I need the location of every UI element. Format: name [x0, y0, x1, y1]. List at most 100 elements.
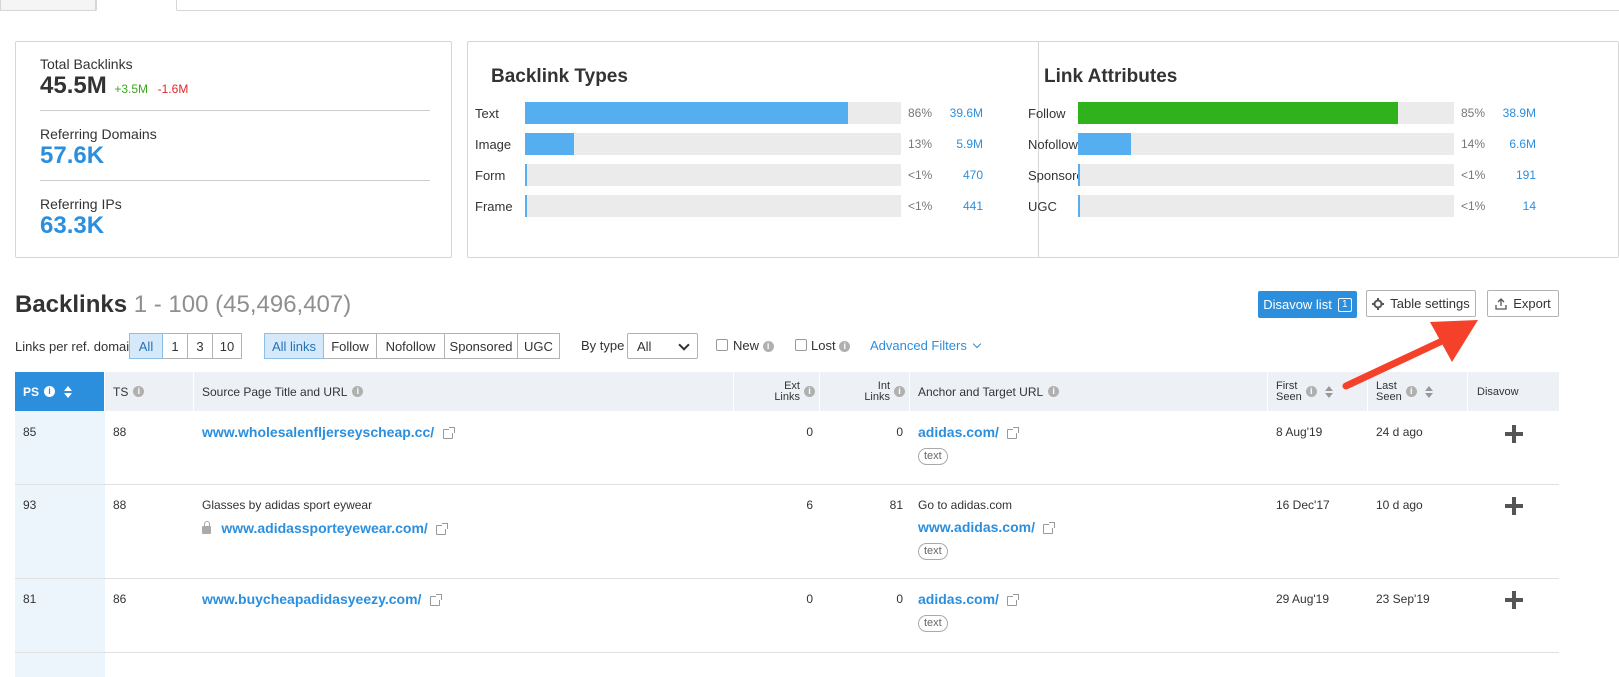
source-url-link[interactable]: www.buycheapadidasyeezy.com/ [202, 591, 421, 607]
target-url-link[interactable]: www.adidas.com/ [918, 519, 1035, 535]
column-header-last-seen[interactable]: Last Seen i [1368, 372, 1468, 411]
column-header-first-seen[interactable]: First Seen i [1268, 372, 1368, 411]
link-type-all-links[interactable]: All links [264, 333, 324, 359]
bar-label: Nofollow [1028, 137, 1078, 152]
last-seen-value: 23 Sep'19 [1376, 592, 1430, 606]
bar-percent: 86% [908, 106, 933, 120]
sort-icon[interactable] [1324, 385, 1333, 398]
target-url-link[interactable]: adidas.com/ [918, 424, 999, 440]
disavow-plus-icon[interactable] [1505, 497, 1523, 515]
bar-count-link[interactable]: 5.9M [941, 137, 983, 151]
source-cell: www.wholesalenfljerseyscheap.cc/ [202, 424, 455, 440]
column-header-ext-links[interactable]: Ext Links i [734, 372, 820, 411]
link-type-sponsored[interactable]: Sponsored [444, 333, 518, 359]
column-header-ts[interactable]: TS i [105, 372, 194, 411]
anchor-cell: Go to adidas.com www.adidas.com/ text [918, 498, 1056, 560]
target-url-link[interactable]: adidas.com/ [918, 591, 999, 607]
disavow-plus-icon[interactable] [1505, 425, 1523, 443]
column-header-source[interactable]: Source Page Title and URL i [194, 372, 734, 411]
sort-icon[interactable] [1424, 385, 1433, 398]
disavow-list-button[interactable]: Disavow list 1 [1258, 291, 1357, 318]
last-header-line1: Last [1376, 379, 1397, 392]
links-per-domain-1[interactable]: 1 [162, 333, 188, 359]
bar-count-link[interactable]: 6.6M [1494, 137, 1536, 151]
bar-percent: 13% [908, 137, 933, 151]
tabs-strip [0, 0, 1619, 11]
bar-track [525, 164, 901, 186]
link-type-tag: text [918, 615, 948, 632]
referring-ips-value[interactable]: 63.3K [40, 212, 430, 240]
info-icon[interactable]: i [762, 341, 774, 353]
bar-track [1078, 133, 1454, 155]
column-header-ps[interactable]: PS i [15, 372, 105, 411]
lost-checkbox[interactable] [795, 339, 807, 351]
info-icon[interactable]: i [133, 386, 145, 397]
backlink-breakdown-card: Backlink Types Link Attributes Text 86% 39… [467, 41, 1619, 258]
link-type-ugc[interactable]: UGC [517, 333, 560, 359]
divider [40, 110, 430, 111]
link-type-nofollow[interactable]: Nofollow [376, 333, 445, 359]
referring-domains-value[interactable]: 57.6K [40, 142, 430, 170]
ps-value: 81 [23, 592, 37, 606]
bar-label: Follow [1028, 106, 1066, 121]
external-link-icon[interactable] [1007, 593, 1020, 606]
total-backlinks-label: Total Backlinks [40, 56, 133, 72]
links-per-domain-10[interactable]: 10 [212, 333, 242, 359]
column-header-int-links[interactable]: Int Links i [820, 372, 910, 411]
tab-backlinks[interactable] [96, 0, 177, 11]
link-type-tag: text [918, 543, 948, 560]
links-per-domain-3[interactable]: 3 [187, 333, 213, 359]
info-icon[interactable]: i [804, 386, 815, 397]
bar-count-link[interactable]: 39.6M [941, 106, 983, 120]
ext-links-value: 6 [806, 498, 813, 512]
total-backlinks-value[interactable]: 45.5M [40, 72, 107, 99]
sort-icon[interactable] [64, 385, 73, 398]
link-type-toggle: All links Follow Nofollow Sponsored UGC [264, 333, 560, 359]
bar-label: UGC [1028, 199, 1057, 214]
bar-fill [525, 102, 848, 124]
ext-header-line1: Ext [784, 379, 800, 392]
by-type-select[interactable]: All [627, 333, 698, 359]
info-icon[interactable]: i [1305, 386, 1317, 397]
external-link-icon[interactable] [1043, 521, 1056, 534]
advanced-filters-link[interactable]: Advanced Filters [870, 338, 982, 353]
lost-backlinks-delta[interactable]: -1.6M [158, 82, 189, 96]
links-per-domain-all[interactable]: All [129, 333, 163, 359]
new-backlinks-delta[interactable]: +3.5M [114, 82, 148, 96]
external-link-icon[interactable] [442, 426, 455, 439]
bar-track [525, 102, 901, 124]
table-header: PS i TS i Source Page Title and URL i Ex… [15, 372, 1559, 411]
new-checkbox[interactable] [716, 339, 728, 351]
info-icon[interactable]: i [1048, 386, 1060, 397]
tab-overview[interactable] [0, 0, 96, 11]
source-url-link[interactable]: www.adidassporteyewear.com/ [221, 520, 427, 536]
disavow-plus-icon[interactable] [1505, 591, 1523, 609]
export-button[interactable]: Export [1487, 290, 1559, 317]
ext-links-value: 0 [806, 425, 813, 439]
external-link-icon[interactable] [436, 522, 449, 535]
bar-count-link[interactable]: 191 [1494, 168, 1536, 182]
last-seen-header-label: Last Seen [1376, 379, 1402, 403]
bar-count-link[interactable]: 441 [941, 199, 983, 213]
link-attributes-title: Link Attributes [1044, 66, 1178, 87]
info-icon[interactable]: i [894, 386, 905, 397]
info-icon[interactable]: i [1405, 386, 1417, 397]
info-icon[interactable]: i [839, 341, 851, 353]
bar-count-link[interactable]: 38.9M [1494, 106, 1536, 120]
ts-value: 88 [113, 425, 127, 439]
source-cell: www.buycheapadidasyeezy.com/ [202, 591, 442, 607]
bar-fill [1078, 133, 1131, 155]
int-header-line2: Links [864, 390, 890, 403]
source-url-link[interactable]: www.wholesalenfljerseyscheap.cc/ [202, 424, 434, 440]
link-type-follow[interactable]: Follow [323, 333, 377, 359]
info-icon[interactable]: i [352, 386, 364, 397]
info-icon[interactable]: i [44, 386, 56, 397]
advanced-filters-label: Advanced Filters [870, 338, 967, 353]
bar-row-sponsored: Sponsored <1% 191 [1028, 164, 1548, 186]
bar-count-link[interactable]: 470 [941, 168, 983, 182]
bar-count-link[interactable]: 14 [1494, 199, 1536, 213]
column-header-anchor[interactable]: Anchor and Target URL i [910, 372, 1268, 411]
external-link-icon[interactable] [429, 593, 442, 606]
external-link-icon[interactable] [1007, 426, 1020, 439]
table-settings-button[interactable]: Table settings [1366, 290, 1476, 317]
